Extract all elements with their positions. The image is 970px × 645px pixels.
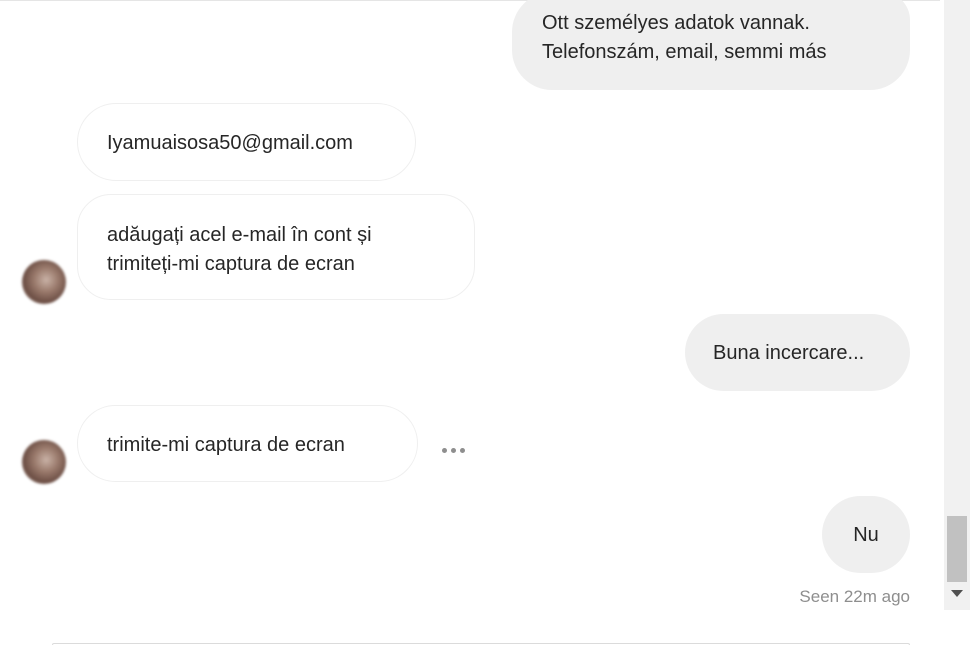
message-thread: Ott személyes adatok vannak. Telefonszám… (0, 0, 970, 645)
dot (441, 447, 447, 453)
message-outgoing-2[interactable]: Buna incercare... (685, 314, 910, 391)
message-outgoing-3[interactable]: Nu (822, 496, 910, 573)
contact-avatar[interactable] (22, 440, 66, 484)
message-incoming-1[interactable]: Iyamuaisosa50@gmail.com (77, 103, 416, 181)
scrollbar-thumb[interactable] (947, 516, 967, 582)
message-incoming-3[interactable]: trimite-mi captura de ecran (77, 405, 418, 482)
dot (459, 447, 465, 453)
message-incoming-2[interactable]: adăugați acel e-mail în cont și trimiteț… (77, 194, 475, 300)
dot (450, 447, 456, 453)
message-text-line: trimiteți-mi captura de ecran (107, 253, 355, 275)
seen-status: Seen 22m ago (799, 587, 910, 606)
message-text-line: Buna incercare... (713, 342, 865, 364)
message-outgoing-1[interactable]: Ott személyes adatok vannak. Telefonszám… (512, 0, 910, 90)
message-text-line: Telefonszám, email, semmi más (542, 41, 827, 63)
contact-avatar[interactable] (22, 260, 66, 304)
scroll-down-arrow-icon[interactable] (951, 590, 963, 597)
more-options-icon[interactable] (436, 437, 470, 463)
message-text-line: Ott személyes adatok vannak. (542, 12, 810, 34)
message-text-line: Iyamuaisosa50@gmail.com (107, 132, 353, 154)
message-text-line: trimite-mi captura de ecran (107, 434, 345, 456)
message-text-line: Nu (853, 524, 879, 546)
scrollbar[interactable] (944, 0, 970, 610)
message-text-line: adăugați acel e-mail în cont și (107, 224, 372, 246)
